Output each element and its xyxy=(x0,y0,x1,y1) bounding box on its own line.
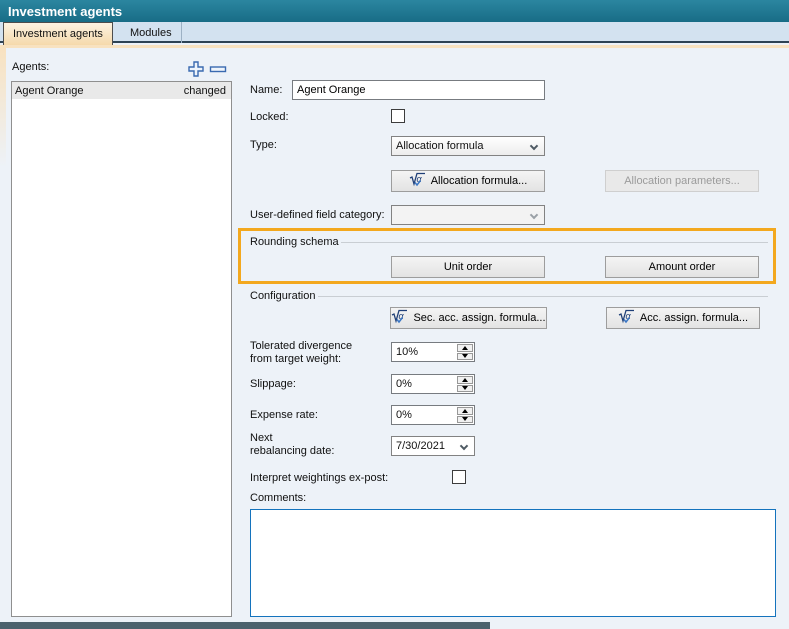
allocation-formula-button[interactable]: α Allocation formula... xyxy=(391,170,545,192)
investment-agents-window: Investment agents Investment agents Modu… xyxy=(0,0,789,629)
tab-page-edge xyxy=(0,45,789,48)
spin-down-button[interactable] xyxy=(457,353,473,361)
expense-rate-value: 0% xyxy=(393,407,457,423)
type-select-value: Allocation formula xyxy=(396,140,483,152)
udf-category-select[interactable] xyxy=(391,205,545,225)
plus-icon xyxy=(187,60,205,78)
name-label: Name: xyxy=(250,84,282,96)
agents-list[interactable]: Agent Orange changed xyxy=(11,81,232,617)
type-label: Type: xyxy=(250,139,277,151)
slippage-value: 0% xyxy=(393,376,457,392)
window-bottom-edge xyxy=(0,622,490,629)
chevron-down-icon xyxy=(530,211,538,219)
agent-status-badge: changed xyxy=(184,85,226,97)
locked-label: Locked: xyxy=(250,111,289,123)
allocation-formula-button-label: Allocation formula... xyxy=(431,175,528,187)
group-divider xyxy=(318,296,768,297)
arrow-up-icon xyxy=(462,346,468,350)
tolerated-divergence-label: Tolerated divergence from target weight: xyxy=(250,340,352,366)
ex-post-label: Interpret weightings ex-post: xyxy=(250,472,388,484)
expense-rate-label: Expense rate: xyxy=(250,409,318,421)
rebalancing-date-value: 7/30/2021 xyxy=(396,440,445,452)
spin-up-button[interactable] xyxy=(457,407,473,415)
next-rebalancing-label: Next rebalancing date: xyxy=(250,432,334,458)
arrow-down-icon xyxy=(462,354,468,358)
arrow-up-icon xyxy=(462,409,468,413)
acc-assign-formula-button[interactable]: α Acc. assign. formula... xyxy=(606,307,760,329)
minus-icon xyxy=(209,60,227,78)
sec-acc-assign-formula-label: Sec. acc. assign. formula... xyxy=(413,312,545,324)
agent-list-item[interactable]: Agent Orange changed xyxy=(12,82,231,99)
tolerated-divergence-stepper[interactable]: 10% xyxy=(391,342,475,362)
window-title: Investment agents xyxy=(0,0,789,22)
spin-down-button[interactable] xyxy=(457,385,473,393)
add-agent-button[interactable] xyxy=(187,60,205,78)
chevron-down-icon xyxy=(460,442,468,450)
agent-name: Agent Orange xyxy=(15,85,84,97)
formula-icon: α xyxy=(391,309,408,327)
remove-agent-button[interactable] xyxy=(209,60,227,78)
tab-page-edge-left xyxy=(0,48,6,168)
allocation-parameters-button[interactable]: Allocation parameters... xyxy=(605,170,759,192)
arrow-down-icon xyxy=(462,386,468,390)
group-divider xyxy=(341,242,768,243)
type-select[interactable]: Allocation formula xyxy=(391,136,545,156)
ex-post-checkbox[interactable] xyxy=(452,470,466,484)
rounding-schema-title: Rounding schema xyxy=(250,236,339,248)
slippage-stepper[interactable]: 0% xyxy=(391,374,475,394)
arrow-up-icon xyxy=(462,378,468,382)
arrow-down-icon xyxy=(462,417,468,421)
comments-textarea[interactable] xyxy=(250,509,776,617)
name-input[interactable] xyxy=(292,80,545,100)
spin-up-button[interactable] xyxy=(457,344,473,352)
acc-assign-formula-label: Acc. assign. formula... xyxy=(640,312,748,324)
tab-modules[interactable]: Modules xyxy=(121,22,182,43)
comments-label: Comments: xyxy=(250,492,306,504)
chevron-down-icon xyxy=(530,142,538,150)
slippage-label: Slippage: xyxy=(250,378,296,390)
expense-rate-stepper[interactable]: 0% xyxy=(391,405,475,425)
tolerated-divergence-value: 10% xyxy=(393,344,457,360)
formula-icon: α xyxy=(409,172,426,190)
udf-category-label: User-defined field category: xyxy=(250,209,385,221)
spin-down-button[interactable] xyxy=(457,416,473,424)
configuration-title: Configuration xyxy=(250,290,315,302)
unit-order-button[interactable]: Unit order xyxy=(391,256,545,278)
agents-label: Agents: xyxy=(12,61,49,73)
spin-up-button[interactable] xyxy=(457,376,473,384)
sec-acc-assign-formula-button[interactable]: α Sec. acc. assign. formula... xyxy=(390,307,547,329)
tab-strip xyxy=(0,22,789,43)
formula-icon: α xyxy=(618,309,635,327)
locked-checkbox[interactable] xyxy=(391,109,405,123)
amount-order-button[interactable]: Amount order xyxy=(605,256,759,278)
tab-investment-agents[interactable]: Investment agents xyxy=(3,22,113,45)
rebalancing-date-select[interactable]: 7/30/2021 xyxy=(391,436,475,456)
